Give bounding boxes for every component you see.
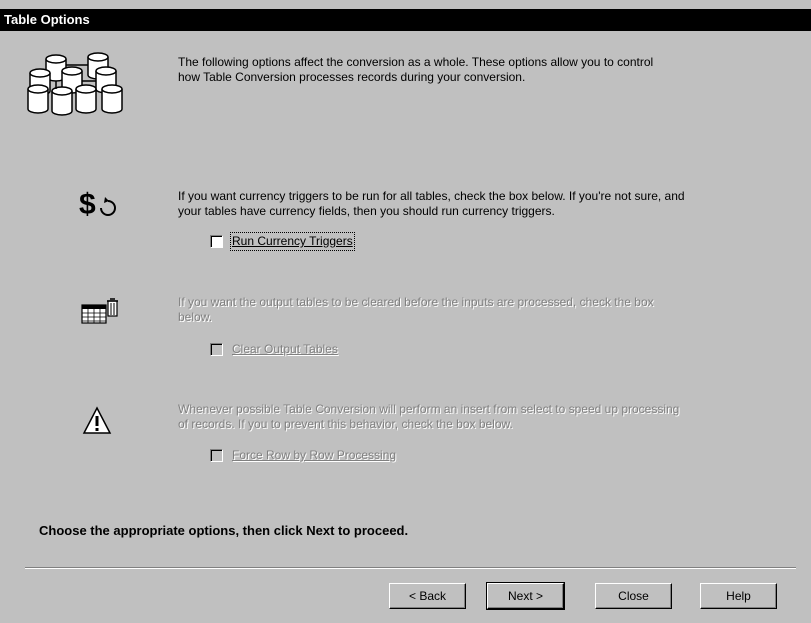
separator-highlight: [25, 568, 796, 569]
database-cluster-icon: [27, 52, 123, 116]
clear-output-tables-label[interactable]: Clear Output Tables: [232, 342, 338, 357]
force-row-by-row-label[interactable]: Force Row by Row Processing: [232, 448, 396, 463]
clear-output-line-1: If you want the output tables to be clea…: [178, 295, 654, 309]
svg-text:$: $: [79, 188, 96, 221]
warning-icon: [82, 406, 112, 434]
back-button[interactable]: < Back: [389, 583, 466, 609]
run-currency-triggers-checkbox[interactable]: [210, 235, 223, 248]
clear-output-tables-text: Clear Output Tables: [232, 342, 338, 356]
currency-line-2: your tables have currency fields, then y…: [178, 204, 555, 218]
close-button[interactable]: Close: [595, 583, 672, 609]
row-by-row-line-2: of records. If you to prevent this behav…: [178, 417, 513, 431]
force-row-by-row-text: Force Row by Row Processing: [232, 448, 397, 462]
currency-line-1: If you want currency triggers to be run …: [178, 189, 685, 203]
help-button[interactable]: Help: [700, 583, 777, 609]
window-title: Table Options: [0, 9, 811, 31]
intro-line-1: The following options affect the convers…: [178, 55, 654, 69]
close-button-label: Close: [618, 589, 649, 603]
run-currency-triggers-text: Run Currency Triggers: [232, 234, 353, 248]
clear-output-line-2: below.: [178, 310, 213, 324]
run-currency-triggers-label[interactable]: Run Currency Triggers: [230, 232, 355, 251]
currency-refresh-icon: $: [79, 188, 116, 221]
next-button[interactable]: Next >: [486, 582, 565, 610]
clear-output-tables-checkbox[interactable]: [210, 343, 223, 356]
help-button-label: Help: [726, 589, 751, 603]
instruction-text: Choose the appropriate options, then cli…: [39, 523, 409, 538]
row-by-row-line-1: Whenever possible Table Conversion will …: [178, 402, 680, 416]
table-trash-icon: [81, 298, 118, 324]
force-row-by-row-checkbox[interactable]: [210, 449, 223, 462]
intro-line-2: how Table Conversion processes records d…: [178, 70, 526, 84]
back-button-label: < Back: [408, 589, 447, 603]
next-button-label: Next >: [507, 589, 543, 603]
